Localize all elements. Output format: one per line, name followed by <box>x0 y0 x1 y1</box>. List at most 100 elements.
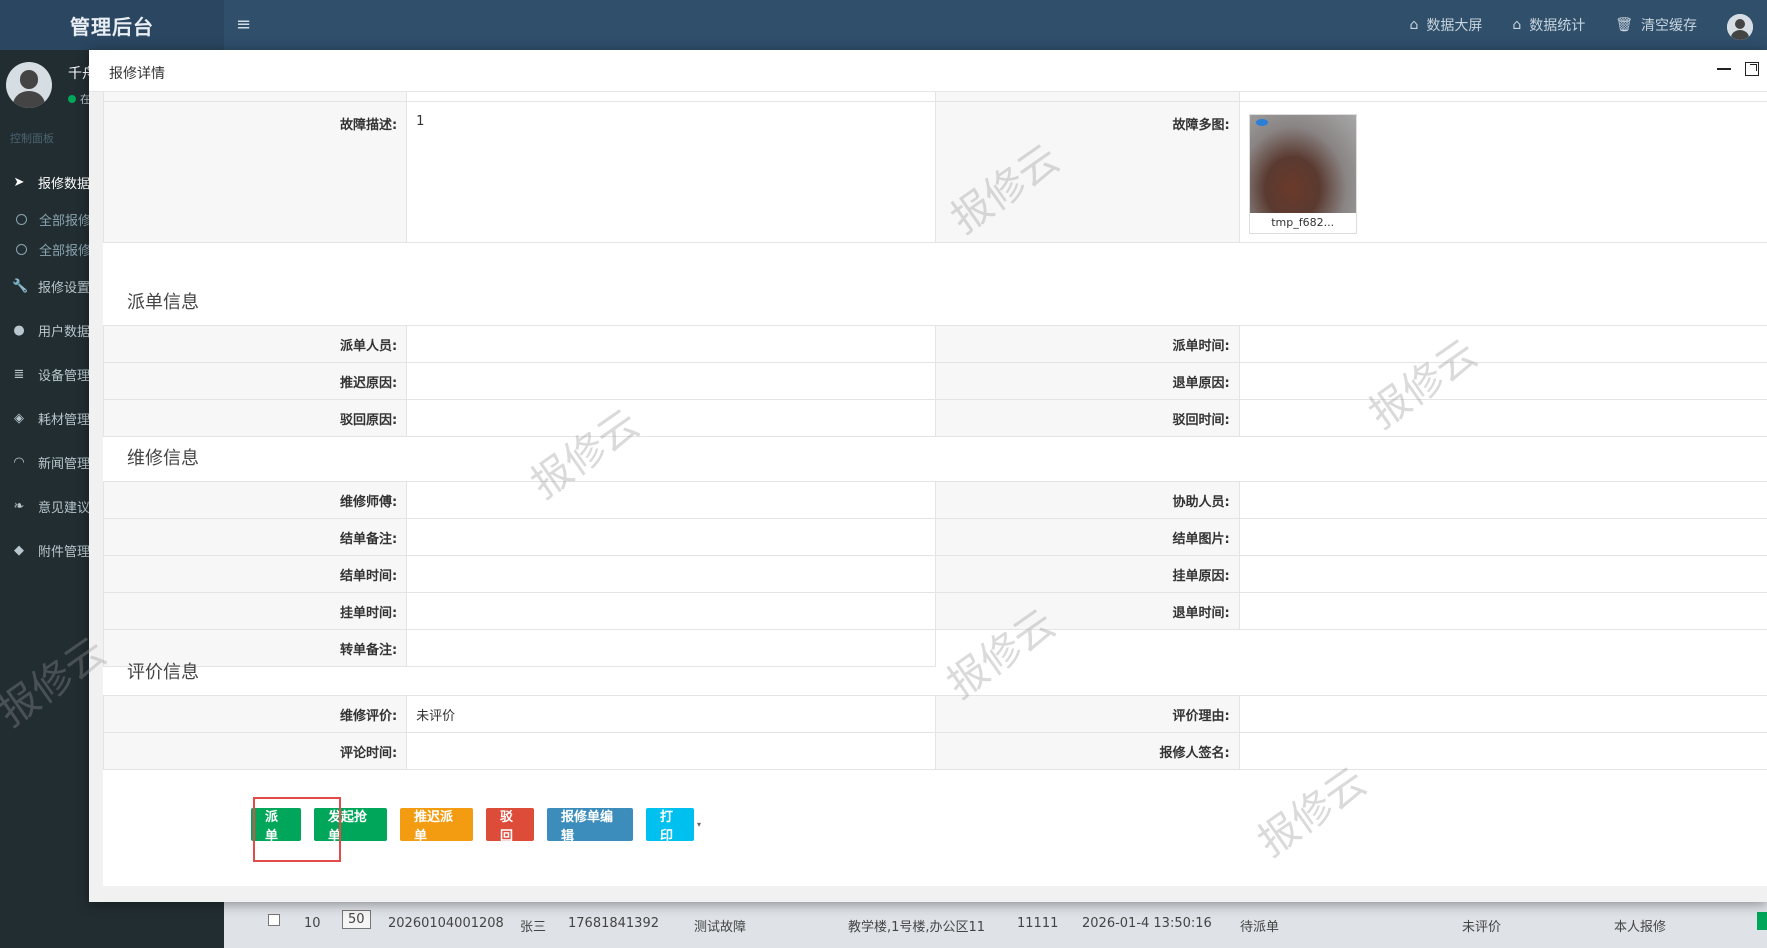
top-nav: ⌂ 数据大屏 ⌂ 数据统计 🗑 清空缓存 <box>1409 0 1697 50</box>
value-return-reason <box>1238 362 1767 400</box>
label-reject-reason: 驳回原因: <box>103 399 408 437</box>
fault-table: 故障描述: 1 故障多图: tmp_f682... <box>103 92 1767 243</box>
fault-images-label: 故障多图: <box>935 101 1240 243</box>
sidebar-section-title: 控制面板 <box>10 132 54 145</box>
row-page: 50 <box>342 910 371 929</box>
value-dispatch-time <box>1238 325 1767 363</box>
value-return-time <box>1238 592 1767 630</box>
label-assistants: 协助人员: <box>935 481 1240 519</box>
label-close-time: 结单时间: <box>103 555 408 593</box>
cube-icon: ◈ <box>14 410 24 426</box>
value-delay-reason <box>406 362 937 400</box>
dispatch-table: 派单人员: 派单时间: 推迟原因: 退单原因: 驳回原因: 驳回时间: <box>103 325 1767 437</box>
user-icon: ● <box>13 322 25 338</box>
value-reporter-signature <box>1238 732 1767 770</box>
top-navbar: 管理后台 ≡ ⌂ 数据大屏 ⌂ 数据统计 🗑 清空缓存 <box>0 0 1767 50</box>
label-repair-rating: 维修评价: <box>103 695 408 733</box>
nav-clear-cache[interactable]: 🗑 清空缓存 <box>1615 15 1697 35</box>
nav-data-screen[interactable]: ⌂ 数据大屏 <box>1409 15 1482 35</box>
label-reject-time: 驳回时间: <box>935 399 1240 437</box>
image-caption: tmp_f682... <box>1271 216 1335 229</box>
row-order-no: 20260104001208 <box>388 916 504 931</box>
minimize-icon[interactable] <box>1717 62 1731 76</box>
dispatch-section-title: 派单信息 <box>127 292 199 313</box>
maximize-icon[interactable] <box>1745 62 1759 76</box>
fault-desc-value: 1 <box>406 101 937 243</box>
modal-body: 故障描述: 1 故障多图: tmp_f682... 派单信息 派单人员: 派单时间… <box>103 92 1767 886</box>
fault-image-thumbnail[interactable]: tmp_f682... <box>1248 114 1357 234</box>
row-phone: 17681841392 <box>568 916 659 931</box>
row-eval: 未评价 <box>1462 920 1502 935</box>
value-technician <box>406 481 937 519</box>
evaluation-section-title: 评价信息 <box>127 662 199 683</box>
online-dot-icon <box>68 95 76 103</box>
home-icon: ⌂ <box>1512 17 1522 33</box>
table-row[interactable]: 10 50 20260104001208 张三 17681841392 测试故障… <box>224 900 1767 948</box>
row-checkbox[interactable] <box>268 914 280 926</box>
repair-detail-modal: 报修详情 故障描述: 1 故障多图: tmp_f682... 派单信息 派单人员… <box>89 50 1767 902</box>
label-return-time: 退单时间: <box>935 592 1240 630</box>
evaluation-table: 维修评价: 未评价 评价理由: 评论时间: 报修人签名: <box>103 695 1767 770</box>
value-hold-reason <box>1238 555 1767 593</box>
row-code: 11111 <box>1017 916 1059 931</box>
modal-title: 报修详情 <box>109 66 165 82</box>
edit-order-button[interactable]: 报修单编辑 <box>547 808 633 844</box>
delay-dispatch-button[interactable]: 推迟派单 <box>400 808 473 844</box>
row-action-button[interactable] <box>1757 912 1767 930</box>
modal-header: 报修详情 <box>89 50 1767 92</box>
menu-toggle-icon[interactable]: ≡ <box>236 14 251 35</box>
value-dispatcher <box>406 325 937 363</box>
row-index: 10 <box>304 916 321 931</box>
label-comment-time: 评论时间: <box>103 732 408 770</box>
row-source: 本人报修 <box>1614 920 1667 935</box>
value-close-time <box>406 555 937 593</box>
label-rating-reason: 评价理由: <box>935 695 1240 733</box>
label-delay-reason: 推迟原因: <box>103 362 408 400</box>
avatar <box>6 62 52 108</box>
label-reporter-signature: 报修人签名: <box>935 732 1240 770</box>
value-assistants <box>1238 481 1767 519</box>
row-fault: 测试故障 <box>694 920 747 935</box>
fault-desc-label: 故障描述: <box>103 101 408 243</box>
eye-icon[interactable] <box>1255 119 1268 126</box>
tag-icon: ◆ <box>14 542 24 558</box>
wrench-icon: 🔧 <box>12 278 29 294</box>
value-reject-reason <box>406 399 937 437</box>
value-close-note <box>406 518 937 556</box>
repair-table: 维修师傅: 协助人员: 结单备注: 结单图片: 结单时间: 挂单原因: 挂单时间: 退单… <box>103 481 1767 667</box>
label-close-note: 结单备注: <box>103 518 408 556</box>
value-rating-reason <box>1238 695 1767 733</box>
trash-icon: 🗑 <box>1615 17 1633 33</box>
label-hold-reason: 挂单原因: <box>935 555 1240 593</box>
label-return-reason: 退单原因: <box>935 362 1240 400</box>
label-hold-time: 挂单时间: <box>103 592 408 630</box>
value-close-images <box>1238 518 1767 556</box>
label-dispatch-time: 派单时间: <box>935 325 1240 363</box>
value-transfer-note <box>406 629 937 667</box>
caret-down-icon[interactable]: ▾ <box>697 820 701 829</box>
database-icon: ≣ <box>13 366 25 382</box>
row-name: 张三 <box>520 920 547 935</box>
value-reject-time <box>1238 399 1767 437</box>
rss-icon: ◠ <box>13 454 25 470</box>
user-avatar[interactable] <box>1727 14 1753 40</box>
send-icon: ➤ <box>13 174 25 190</box>
circle-icon <box>16 243 27 255</box>
row-status: 待派单 <box>1240 920 1280 935</box>
brand-logo[interactable]: 管理后台 <box>0 0 224 50</box>
reject-button[interactable]: 驳回 <box>486 808 534 844</box>
label-technician: 维修师傅: <box>103 481 408 519</box>
row-address: 教学楼,1号楼,办公区11 <box>848 920 986 935</box>
value-hold-time <box>406 592 937 630</box>
nav-data-stats[interactable]: ⌂ 数据统计 <box>1512 15 1585 35</box>
value-repair-rating: 未评价 <box>406 695 937 733</box>
repair-section-title: 维修信息 <box>127 448 199 469</box>
highlight-box <box>253 797 341 862</box>
label-dispatcher: 派单人员: <box>103 325 408 363</box>
circle-icon <box>16 213 27 225</box>
sidebar-user-panel: 千舟 在 <box>6 62 96 108</box>
home-icon: ⌂ <box>1409 17 1419 33</box>
label-close-images: 结单图片: <box>935 518 1240 556</box>
print-button[interactable]: 打印 <box>646 808 694 844</box>
value-comment-time <box>406 732 937 770</box>
